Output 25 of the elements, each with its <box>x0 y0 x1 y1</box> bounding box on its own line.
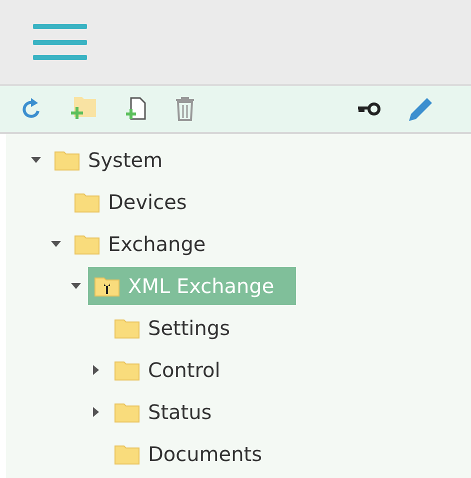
folder-icon <box>114 443 140 465</box>
tree-item[interactable]: Status <box>108 393 234 431</box>
caret-right-icon <box>91 407 101 417</box>
key-icon[interactable] <box>357 102 381 116</box>
caret-down-icon <box>71 281 81 291</box>
tree-item[interactable]: Exchange <box>68 225 228 263</box>
tree-item[interactable]: Control <box>108 351 242 389</box>
tool-folder-icon <box>94 275 120 297</box>
folder-icon <box>54 149 80 171</box>
caret-down-icon <box>31 155 41 165</box>
trash-icon[interactable] <box>174 96 196 122</box>
tree-item[interactable]: Devices <box>68 183 209 221</box>
caret-down-icon <box>51 239 61 249</box>
folder-icon <box>114 317 140 339</box>
pencil-icon[interactable] <box>407 95 435 123</box>
folder-icon <box>114 401 140 423</box>
folder-icon <box>114 359 140 381</box>
tree-item[interactable]: Settings <box>108 309 252 347</box>
tree-item[interactable]: System <box>48 141 185 179</box>
tree-item[interactable]: Documents <box>108 435 284 473</box>
add-file-icon[interactable] <box>124 96 148 122</box>
folder-icon <box>74 191 100 213</box>
refresh-icon[interactable] <box>20 97 42 121</box>
folder-icon <box>74 233 100 255</box>
caret-right-icon <box>91 365 101 375</box>
